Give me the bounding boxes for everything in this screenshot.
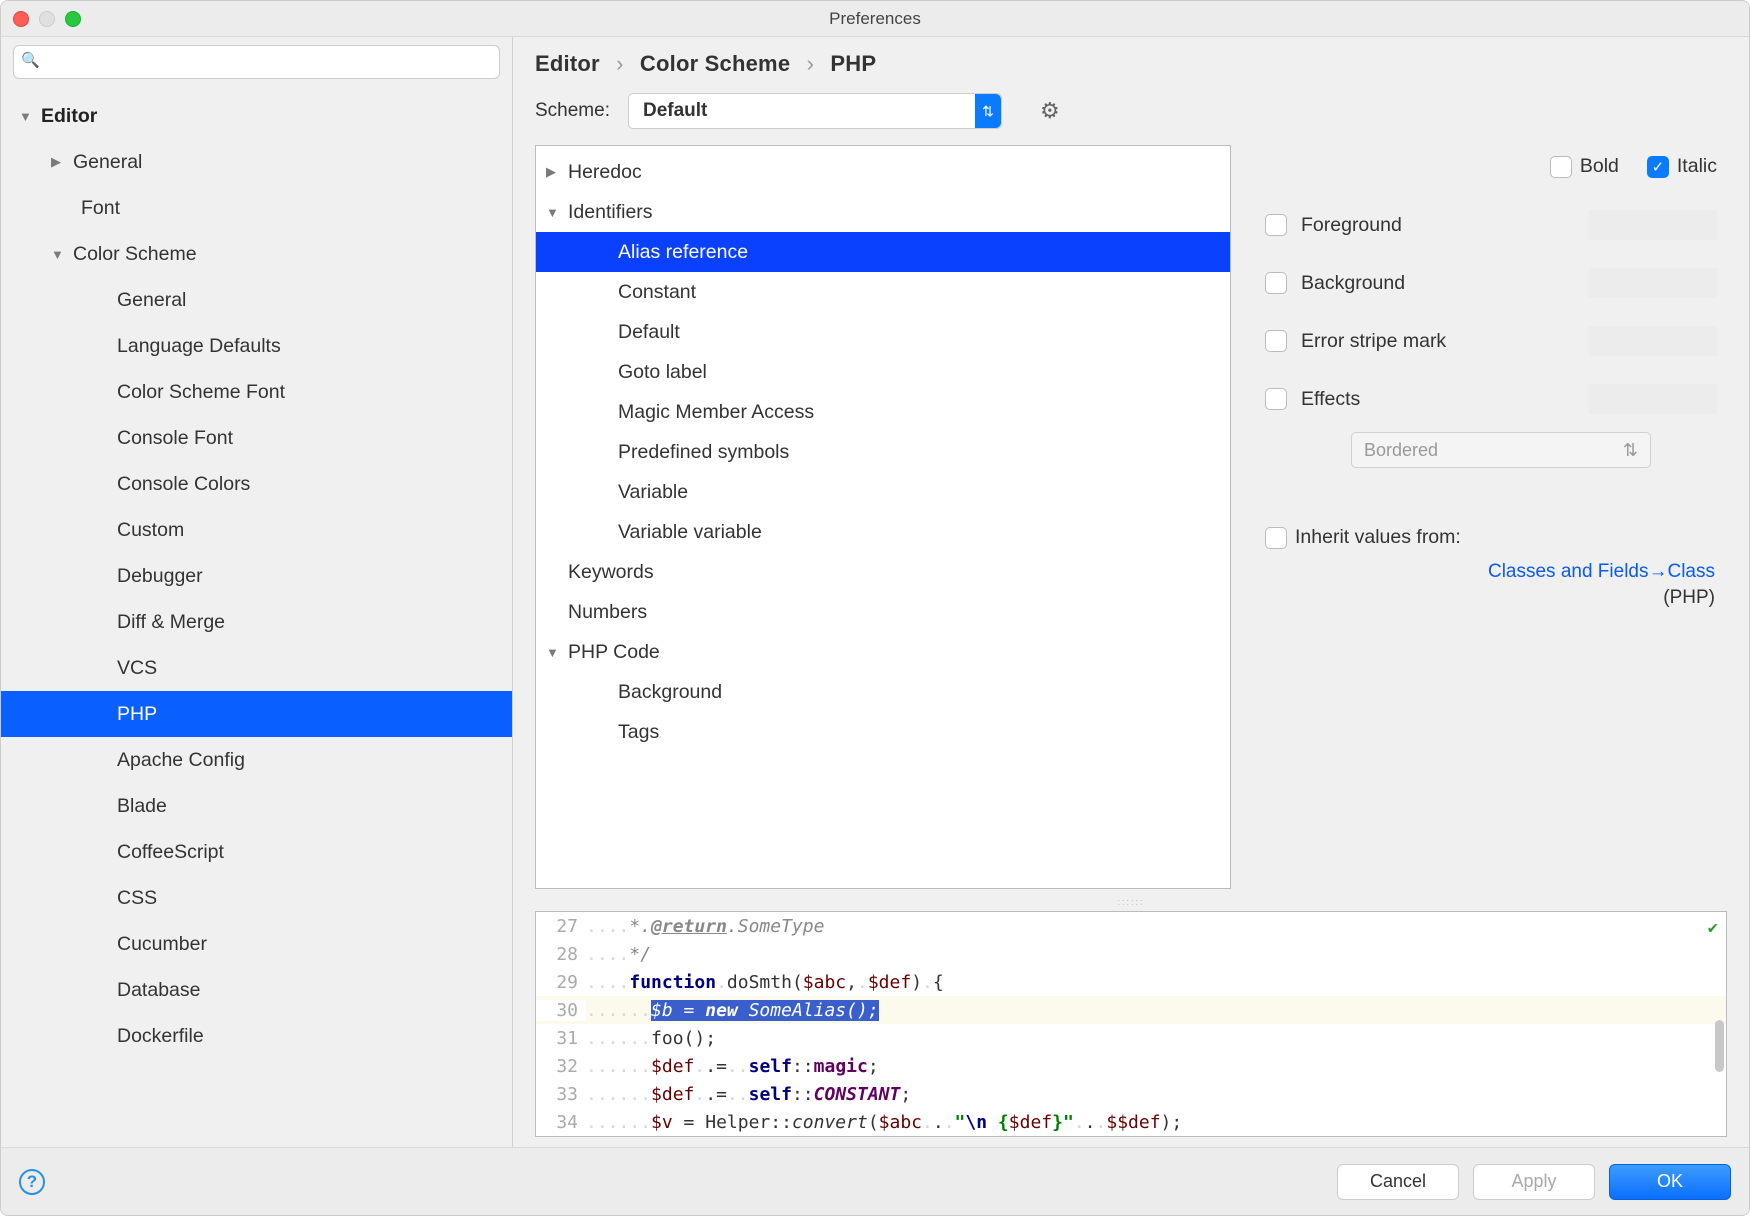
tree-item[interactable]: Custom [1,507,512,553]
tree-item[interactable]: General [1,277,512,323]
error-stripe-swatch[interactable] [1589,326,1717,356]
search-input[interactable] [13,45,500,79]
background-swatch[interactable] [1589,268,1717,298]
scheme-row: Scheme: Default ⇅ ⚙ [513,87,1749,145]
apply-button[interactable]: Apply [1473,1164,1595,1200]
chevron-right-icon: › [606,51,634,76]
cat-background[interactable]: Background [536,672,1230,712]
scheme-label: Scheme: [535,100,610,122]
tree-item[interactable]: Diff & Merge [1,599,512,645]
foreground-swatch[interactable] [1589,210,1717,240]
cat-magic-member[interactable]: Magic Member Access [536,392,1230,432]
cat-variable[interactable]: Variable [536,472,1230,512]
cat-default[interactable]: Default [536,312,1230,352]
effect-type-select[interactable]: Bordered⇅ [1351,432,1651,468]
cat-variable-variable[interactable]: Variable variable [536,512,1230,552]
chevron-down-icon: ▼ [546,645,568,660]
main-panel: Editor › Color Scheme › PHP Scheme: Defa… [513,37,1749,1147]
crumb[interactable]: Editor [535,51,600,76]
cat-tags[interactable]: Tags [536,712,1230,752]
tree-item[interactable]: Debugger [1,553,512,599]
tree-item[interactable]: Language Defaults [1,323,512,369]
tree-item[interactable]: CoffeeScript [1,829,512,875]
tree-editor[interactable]: ▼Editor [1,93,512,139]
bold-checkbox[interactable]: Bold [1550,155,1619,178]
ok-button[interactable]: OK [1609,1164,1731,1200]
cancel-button[interactable]: Cancel [1337,1164,1459,1200]
breadcrumb: Editor › Color Scheme › PHP [513,37,1749,87]
settings-tree[interactable]: ▼Editor ▶General Font ▼Color Scheme Gene… [1,87,512,1147]
search-wrap: 🔍 [1,37,512,87]
effects-checkbox[interactable] [1265,388,1287,410]
tree-color-scheme[interactable]: ▼Color Scheme [1,231,512,277]
footer: ? Cancel Apply OK [1,1147,1749,1215]
cat-constant[interactable]: Constant [536,272,1230,312]
inherit-link[interactable]: Classes and Fields→Class(PHP) [1265,561,1727,609]
zoom-icon[interactable] [65,11,81,27]
minimize-icon[interactable] [39,11,55,27]
content-row: ▶Heredoc ▼Identifiers Alias reference Co… [513,145,1749,897]
chevron-right-icon: › [797,51,825,76]
gear-icon[interactable]: ⚙ [1040,98,1060,124]
crumb[interactable]: Color Scheme [640,51,790,76]
crumb: PHP [830,51,876,76]
chevron-down-icon: ▼ [546,205,568,220]
drag-handle-icon[interactable]: :::::: [535,897,1727,907]
tree-item[interactable]: CSS [1,875,512,921]
preferences-window: Preferences 🔍 ▼Editor ▶General Font ▼Col… [0,0,1750,1216]
error-stripe-checkbox[interactable] [1265,330,1287,352]
cat-numbers[interactable]: Numbers [536,592,1230,632]
cat-heredoc[interactable]: ▶Heredoc [536,152,1230,192]
check-ok-icon: ✔ [1708,918,1718,938]
body: 🔍 ▼Editor ▶General Font ▼Color Scheme Ge… [1,37,1749,1147]
check-icon: ✓ [1647,156,1669,178]
tree-font[interactable]: Font [1,185,512,231]
cat-php-code[interactable]: ▼PHP Code [536,632,1230,672]
tree-general[interactable]: ▶General [1,139,512,185]
search-icon: 🔍 [21,51,40,69]
cat-keywords[interactable]: Keywords [536,552,1230,592]
window-controls [13,11,81,27]
background-checkbox[interactable] [1265,272,1287,294]
window-title: Preferences [1,9,1749,29]
tree-item[interactable]: Database [1,967,512,1013]
tree-item-php[interactable]: PHP [1,691,512,737]
code-preview: ✔ 27....*.@return.SomeType 28....*/ 29..… [535,911,1727,1137]
inherit-checkbox[interactable]: Inherit values from: [1265,526,1727,549]
foreground-checkbox[interactable] [1265,214,1287,236]
scrollbar-thumb[interactable] [1715,1020,1724,1072]
updown-icon: ⇅ [1623,440,1638,461]
attributes-panel: Bold ✓Italic Foreground Background Error… [1265,145,1727,889]
tree-item[interactable]: Console Font [1,415,512,461]
cat-predefined[interactable]: Predefined symbols [536,432,1230,472]
tree-item[interactable]: Console Colors [1,461,512,507]
cat-goto-label[interactable]: Goto label [536,352,1230,392]
tree-item[interactable]: Blade [1,783,512,829]
sidebar: 🔍 ▼Editor ▶General Font ▼Color Scheme Ge… [1,37,513,1147]
tree-item[interactable]: Color Scheme Font [1,369,512,415]
tree-item[interactable]: Dockerfile [1,1013,512,1059]
italic-checkbox[interactable]: ✓Italic [1647,155,1717,178]
titlebar: Preferences [1,1,1749,37]
help-icon[interactable]: ? [19,1169,45,1195]
tree-item[interactable]: Apache Config [1,737,512,783]
cat-identifiers[interactable]: ▼Identifiers [536,192,1230,232]
tree-item[interactable]: VCS [1,645,512,691]
effects-swatch[interactable] [1589,384,1717,414]
scheme-value: Default [629,100,975,122]
cat-alias-reference[interactable]: Alias reference [536,232,1230,272]
close-icon[interactable] [13,11,29,27]
category-tree[interactable]: ▶Heredoc ▼Identifiers Alias reference Co… [535,145,1231,889]
scheme-select[interactable]: Default ⇅ [628,93,1002,129]
tree-item[interactable]: Cucumber [1,921,512,967]
chevron-right-icon: ▶ [546,164,568,180]
updown-icon: ⇅ [975,94,1001,128]
